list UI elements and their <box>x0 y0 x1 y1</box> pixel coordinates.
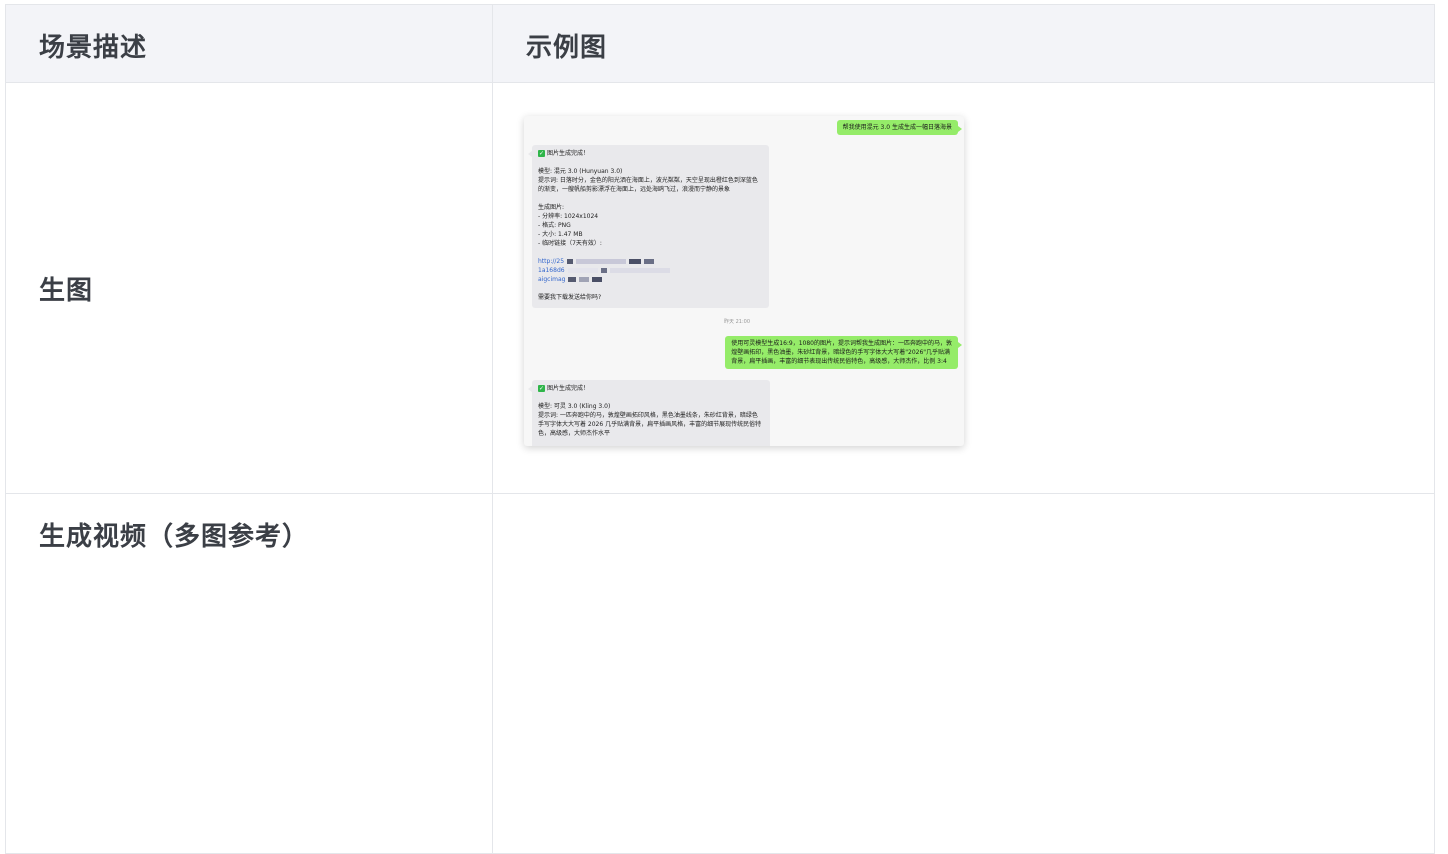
check-icon: ✓ <box>538 150 545 157</box>
reply-line: 的渐变，一艘帆船剪影漂浮在海面上，远处海鸥飞过，浪漫而宁静的景象 <box>538 186 731 193</box>
reply-line: - 大小: 1.47 MB <box>538 231 583 238</box>
check-icon: ✓ <box>538 385 545 392</box>
redacted-block <box>592 277 603 282</box>
user-message-bubble: 使用可灵模型生成16:9，1080的图片，提示词帮我生成图片：一匹奔跑中的马，敦… <box>725 336 962 369</box>
scenario-table: 场景描述 示例图 生图 帮我使用混元 3.0 生成生成一幅日落海景 ✓ 图片生成完… <box>5 4 1435 854</box>
example-cell <box>493 494 1434 854</box>
table-header-row: 场景描述 示例图 <box>6 5 1434 83</box>
user-message-bubble: 帮我使用混元 3.0 生成生成一幅日落海景 <box>836 120 963 135</box>
scenario-label: 生图 <box>39 276 94 306</box>
redacted-block <box>579 277 590 282</box>
reply-title-line: ✓ 图片生成完成！ <box>538 384 764 393</box>
scenario-cell: 生成视频（多图参考） <box>6 494 493 854</box>
reply-title-line: ✓ 图片生成完成！ <box>538 149 763 158</box>
reply-line: 提示词: 一匹奔跑中的马，敦煌壁画拓印风格，黑色油墨线条，朱砂红背景，暗绿色 <box>538 412 758 419</box>
bot-reply-bubble: ✓ 图片生成完成！ 模型: 可灵 3.0 (Kling 3.0) 提示词: 一匹奔… <box>528 380 770 446</box>
reply-line: 提示词: 日落时分，金色的阳光洒在海面上，波光粼粼，天空呈现出橙红色到深蓝色 <box>538 177 758 184</box>
user-message-text: 帮我使用混元 3.0 生成生成一幅日落海景 <box>842 124 952 131</box>
reply-line: 手写字体大大写着 2026 几乎贴满背景，扁平插画风格，丰富的细节展现传统民俗特 <box>538 421 762 428</box>
user-message-line: 背景，扁平插画，丰富的细节表现出传统民俗特色，高级感，大师杰作，比例 3:4 <box>731 358 947 365</box>
header-example-label: 示例图 <box>526 33 608 63</box>
header-scenario-label: 场景描述 <box>39 33 148 63</box>
reply-question: 需要我下载发送给你吗? <box>538 294 602 301</box>
redacted-block <box>576 259 627 264</box>
reply-line: - 分辨率: 1024x1024 <box>538 213 599 220</box>
header-cell-scenario: 场景描述 <box>6 5 493 82</box>
reply-line: 生成图片: <box>538 204 565 211</box>
link-line[interactable]: aigcimag <box>538 275 763 284</box>
table-row: 生成视频（多图参考） <box>6 494 1434 854</box>
chat-screenshot: 帮我使用混元 3.0 生成生成一幅日落海景 ✓ 图片生成完成！ 模型: 混元 3.… <box>524 116 964 446</box>
table-row: 生图 帮我使用混元 3.0 生成生成一幅日落海景 ✓ 图片生成完成！ 模型: 混元… <box>6 83 1434 494</box>
reply-title: 图片生成完成！ <box>547 385 590 392</box>
redacted-block <box>567 259 574 264</box>
reply-line: 模型: 可灵 3.0 (Kling 3.0) <box>538 403 611 410</box>
redacted-block <box>567 268 598 273</box>
scenario-label: 生成视频（多图参考） <box>39 522 310 552</box>
redacted-block <box>629 259 642 264</box>
scenario-cell: 生图 <box>6 83 493 493</box>
example-cell: 帮我使用混元 3.0 生成生成一幅日落海景 ✓ 图片生成完成！ 模型: 混元 3.… <box>493 83 1434 493</box>
header-cell-example: 示例图 <box>493 5 1434 82</box>
link-line[interactable]: 1a168d6 <box>538 266 763 275</box>
bot-reply-bubble: ✓ 图片生成完成！ 模型: 混元 3.0 (Hunyuan 3.0) 提示词: 日… <box>528 145 769 308</box>
reply-line: - 格式: PNG <box>538 222 571 229</box>
reply-line: 模型: 混元 3.0 (Hunyuan 3.0) <box>538 168 623 175</box>
redacted-block <box>568 277 577 282</box>
link-line[interactable]: http://25 <box>538 257 763 266</box>
user-message-line: 使用可灵模型生成16:9，1080的图片，提示词帮我生成图片：一匹奔跑中的马，敦 <box>731 340 952 347</box>
timestamp: 昨天 21:00 <box>724 319 750 325</box>
reply-title: 图片生成完成！ <box>547 150 590 157</box>
reply-line: - 临时链接（7天有效）: <box>538 240 602 247</box>
redacted-block <box>600 268 607 273</box>
user-message-line: 煌壁画拓印，黑色油墨，朱砂红背景，暗绿色的手写字体大大写着"2026"几乎贴满 <box>731 349 951 356</box>
reply-line: 色，高级感，大师杰作水平 <box>538 430 611 437</box>
redacted-block <box>609 268 670 273</box>
redacted-block <box>644 259 655 264</box>
